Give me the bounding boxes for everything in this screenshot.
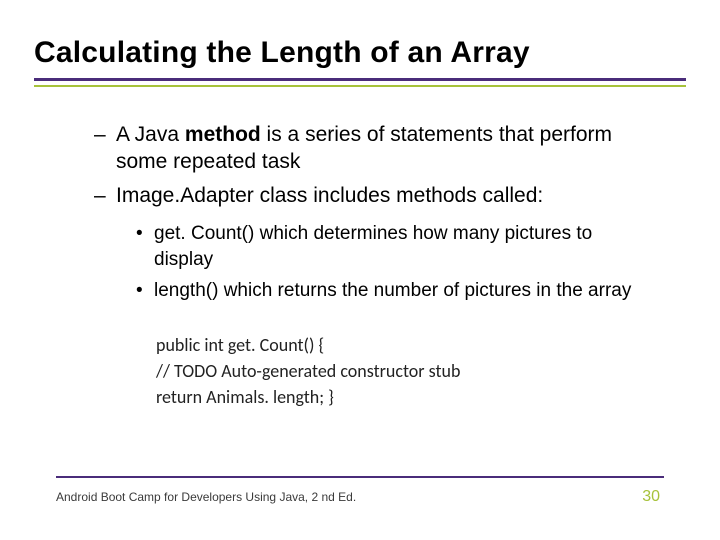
title-underline-primary [34,78,686,81]
footer-rule [56,476,664,478]
list-item: get. Count() which determines how many p… [136,221,646,272]
list-item: length() which returns the number of pic… [136,278,646,304]
text: length() which returns the number of pic… [154,280,631,301]
slide-title: Calculating the Length of an Array [34,36,686,76]
list-item: Image.Adapter class includes methods cal… [94,182,646,209]
code-line: return Animals. length; } [156,384,646,410]
footer: Android Boot Camp for Developers Using J… [56,476,664,506]
text-bold: method [185,123,261,146]
slide: Calculating the Length of an Array A Jav… [0,0,720,540]
text: Image.Adapter class includes methods cal… [116,184,543,207]
dash-list: A Java method is a series of statements … [94,121,646,209]
text: A Java [116,123,185,146]
code-line: // TODO Auto-generated constructor stub [156,358,646,384]
list-item: A Java method is a series of statements … [94,121,646,176]
code-block: public int get. Count() { // TODO Auto-g… [156,332,646,410]
page-number: 30 [642,488,664,506]
footer-row: Android Boot Camp for Developers Using J… [56,488,664,506]
slide-body: A Java method is a series of statements … [34,121,686,410]
title-underline-secondary [34,85,686,87]
bullet-list: get. Count() which determines how many p… [136,221,646,304]
text: get. Count() which determines how many p… [154,223,592,270]
footer-text: Android Boot Camp for Developers Using J… [56,490,356,504]
code-line: public int get. Count() { [156,332,646,358]
